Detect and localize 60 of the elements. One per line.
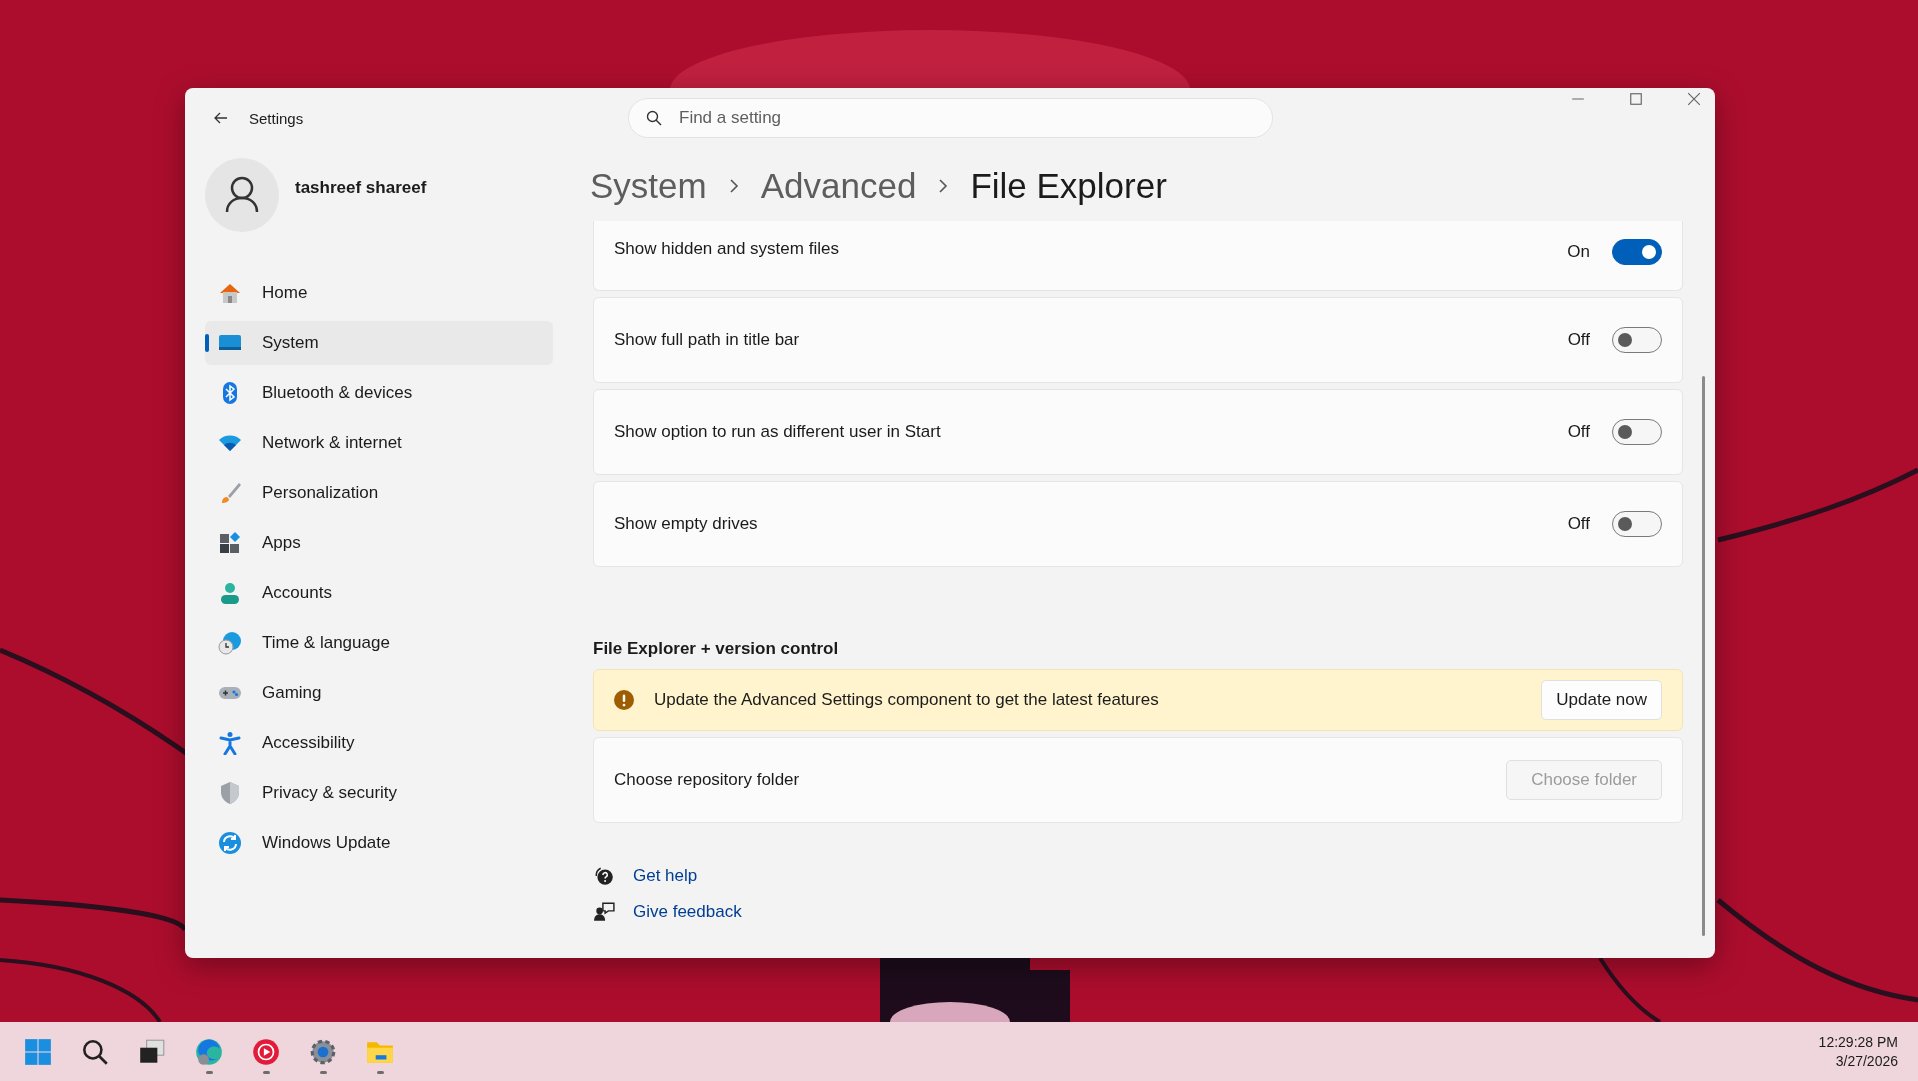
breadcrumb-link[interactable]: System: [590, 166, 707, 206]
browser-icon[interactable]: [194, 1037, 224, 1067]
toggle-switch[interactable]: [1612, 511, 1662, 537]
toggle-state-text: On: [1567, 242, 1590, 262]
nav-item[interactable]: Accessibility: [205, 721, 553, 765]
warning-icon: [614, 690, 634, 710]
settings-icon[interactable]: [308, 1037, 338, 1067]
breadcrumb-link[interactable]: Advanced: [760, 166, 917, 206]
help-link[interactable]: Get help: [633, 866, 698, 886]
nav-item[interactable]: Home: [205, 271, 553, 315]
toggle-state-text: Off: [1567, 330, 1590, 350]
apps-icon: [218, 531, 242, 555]
window-title: Settings: [249, 109, 304, 127]
chevron-right-icon: [728, 178, 739, 194]
toggle-state-text: Off: [1567, 514, 1590, 534]
setting-label: Show empty drives: [614, 514, 758, 534]
search-icon[interactable]: [80, 1037, 110, 1067]
clock-date[interactable]: 3/27/2026: [1835, 1051, 1898, 1071]
nav-item[interactable]: Apps: [205, 521, 553, 565]
update-now-button[interactable]: Update now: [1541, 680, 1662, 720]
section-title: File Explorer + version control: [593, 639, 840, 659]
accessibility-icon: [218, 731, 242, 755]
feedback-icon: [593, 901, 615, 923]
user-name: tashreef shareef: [295, 178, 427, 198]
home-icon: [218, 281, 242, 305]
person-icon: [218, 581, 242, 605]
setting-label: Show option to run as different user in Start: [614, 422, 941, 442]
toggle-state-text: Off: [1567, 422, 1590, 442]
music-icon[interactable]: [251, 1037, 281, 1067]
banner-text: Update the Advanced Settings component to get the latest features: [654, 690, 1160, 710]
help-link[interactable]: Give feedback: [633, 902, 742, 922]
nav-item[interactable]: Bluetooth & devices: [205, 371, 553, 415]
help-icon: [593, 865, 615, 887]
page-title: File Explorer: [970, 166, 1167, 206]
nav-item[interactable]: Personalization: [205, 471, 553, 515]
windows-icon[interactable]: [23, 1037, 53, 1067]
toggle-switch[interactable]: [1612, 239, 1662, 265]
clock-time[interactable]: 12:29:28 PM: [1818, 1032, 1898, 1052]
nav-item[interactable]: Time & language: [205, 621, 553, 665]
globe-clock-icon: [218, 631, 242, 655]
search-field[interactable]: Find a setting: [628, 98, 1273, 138]
setting-label: Show hidden and system files: [614, 239, 839, 259]
nav-item[interactable]: Windows Update: [205, 821, 553, 865]
search-icon: [646, 110, 662, 126]
toggle-switch[interactable]: [1612, 327, 1662, 353]
setting-label: Choose repository folder: [614, 770, 800, 790]
shield-icon: [218, 781, 242, 805]
nav-item[interactable]: Accounts: [205, 571, 553, 615]
avatar-icon: [205, 158, 279, 232]
nav-item[interactable]: Network & internet: [205, 421, 553, 465]
chevron-right-icon: [938, 178, 949, 194]
back-arrow-icon[interactable]: [213, 110, 229, 126]
close-icon[interactable]: [1687, 92, 1701, 106]
maximize-icon[interactable]: [1629, 92, 1643, 106]
nav-item[interactable]: System: [205, 321, 553, 365]
nav-item[interactable]: Privacy & security: [205, 771, 553, 815]
sync-icon: [218, 831, 242, 855]
setting-label: Show full path in title bar: [614, 330, 800, 350]
toggle-switch[interactable]: [1612, 419, 1662, 445]
nav-item[interactable]: Gaming: [205, 671, 553, 715]
